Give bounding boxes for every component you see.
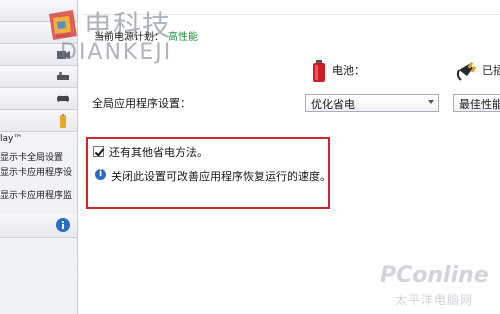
global-app-settings-label: 全局应用程序设置：: [92, 97, 191, 110]
plugged-mode-value: 最佳性能: [459, 98, 500, 111]
battery-label: 电池：: [332, 64, 365, 77]
logo-icon: [49, 10, 77, 40]
info-icon: [56, 218, 70, 232]
power-saving-checkbox-label[interactable]: 还有其他省电方法。: [109, 144, 208, 160]
battery-mode-select[interactable]: 优化省电: [305, 94, 439, 112]
sidebar-item-power[interactable]: [0, 110, 77, 132]
checkmark-icon: [94, 146, 105, 157]
watermark-pconline: PConline: [380, 263, 489, 288]
plugged-mode-select[interactable]: 最佳性能: [453, 94, 500, 112]
sidebar-text-line[interactable]: 显示卡应用程序设: [0, 165, 72, 178]
sidebar-text-line: lay™: [0, 134, 23, 144]
battery-mode-value: 优化省电: [311, 98, 355, 111]
power-saving-info-text: 关闭此设置可改善应用程序恢复运行的速度。: [111, 170, 331, 183]
sidebar-item-info[interactable]: [0, 214, 77, 238]
hardware-icon: [57, 72, 69, 80]
battery-icon: [60, 114, 66, 128]
sidebar-text-line[interactable]: 显示卡全局设置: [0, 150, 63, 163]
battery-icon: [313, 60, 325, 82]
power-plan-value: 高性能: [168, 32, 198, 43]
power-plan-label: 当前电源计划：: [94, 32, 164, 43]
chevron-down-icon: [428, 100, 434, 104]
watermark-en: DIANKEJI: [60, 40, 173, 65]
watermark-pconline-sub: 太平洋电脑网: [395, 293, 474, 307]
info-icon: i: [95, 169, 106, 180]
plug-icon: [456, 61, 477, 81]
power-saving-checkbox[interactable]: [93, 146, 105, 157]
plugged-label: 已插: [482, 64, 500, 77]
gamepad-icon: [57, 95, 69, 102]
sidebar-text-line[interactable]: 显示卡应用程序监: [0, 188, 72, 201]
sidebar-item-5[interactable]: [0, 88, 77, 110]
sidebar-item-4[interactable]: [0, 66, 77, 88]
